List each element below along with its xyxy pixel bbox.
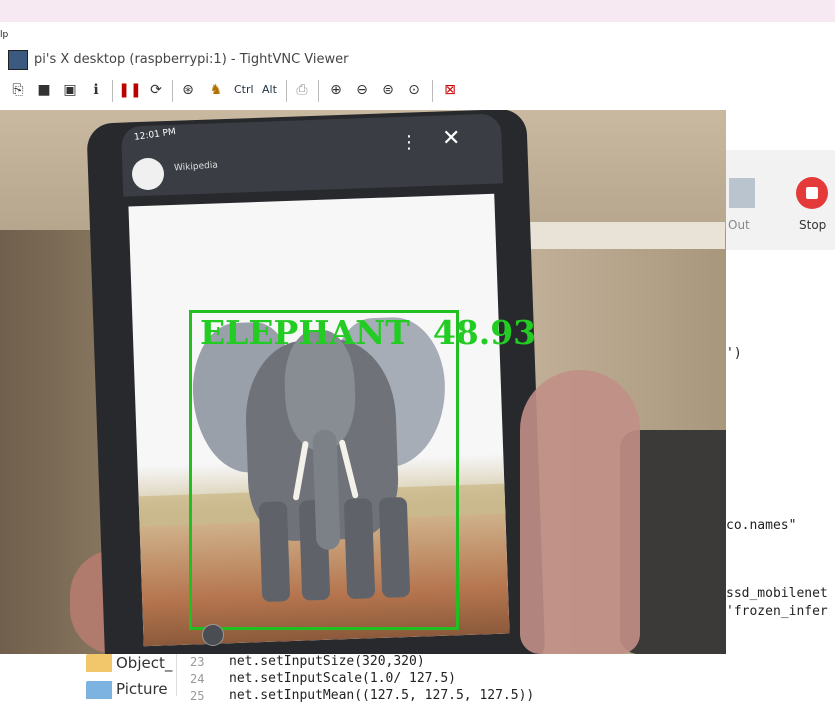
- host-menu-fragment[interactable]: lp: [0, 30, 8, 40]
- info-icon[interactable]: ℹ: [86, 80, 106, 100]
- code-fragment: co.names": [726, 518, 797, 533]
- zoom-out-icon[interactable]: [729, 178, 755, 208]
- folder-icon: [86, 681, 112, 699]
- zoom-100-icon[interactable]: ⊜: [378, 80, 398, 100]
- toolbar-separator: [172, 80, 173, 102]
- vnc-app-icon: [8, 50, 28, 70]
- pause-icon[interactable]: ❚❚: [118, 80, 141, 100]
- ctrl-button[interactable]: Ctrl: [234, 83, 254, 96]
- alt-button[interactable]: Alt: [262, 83, 277, 96]
- save-icon[interactable]: ■: [34, 80, 54, 100]
- clipboard-icon[interactable]: ⎙: [292, 80, 312, 100]
- code-fragment: 'frozen_infer: [726, 604, 828, 619]
- stop-icon[interactable]: [796, 177, 828, 209]
- toolbar-separator: [112, 80, 113, 102]
- avatar: [132, 158, 164, 190]
- close-icon: ✕: [442, 126, 461, 151]
- code-line[interactable]: net.setInputScale(1.0/ 127.5): [229, 671, 456, 686]
- file-item-label[interactable]: Object_: [116, 654, 172, 672]
- toolbar-separator: [318, 80, 319, 102]
- options-icon[interactable]: ▣: [60, 80, 80, 100]
- line-number: 23: [190, 655, 205, 669]
- phone-nav-icon: [202, 624, 224, 646]
- zoom-out-icon[interactable]: ⊖: [352, 80, 372, 100]
- new-connection-icon[interactable]: ⎘: [8, 80, 28, 100]
- more-vert-icon: ⋮: [400, 132, 418, 153]
- zoom-out-label: Out: [728, 218, 750, 232]
- fullscreen-icon[interactable]: ⊠: [440, 80, 460, 100]
- detection-bounding-box: [189, 310, 459, 630]
- detection-label: ELEPHANT 48.93: [200, 313, 536, 352]
- zoom-fit-icon[interactable]: ⊙: [404, 80, 424, 100]
- shelf: [525, 235, 725, 249]
- shelf: [525, 222, 725, 236]
- detection-class: ELEPHANT: [200, 313, 410, 352]
- code-fragment: '): [726, 346, 742, 361]
- line-number: 25: [190, 689, 205, 703]
- line-number: 24: [190, 672, 205, 686]
- window-title: pi's X desktop (raspberrypi:1) - TightVN…: [34, 52, 349, 67]
- refresh-icon[interactable]: ⟳: [146, 80, 166, 100]
- code-fragment: ssd_mobilenet: [726, 586, 828, 601]
- send-key-icon[interactable]: ♞: [206, 80, 226, 100]
- ctrl-alt-del-icon[interactable]: ⊛: [178, 80, 198, 100]
- code-line[interactable]: net.setInputSize(320,320): [229, 654, 425, 669]
- host-top-bar: [0, 0, 835, 22]
- stop-button-label[interactable]: Stop: [799, 218, 826, 232]
- zoom-in-icon[interactable]: ⊕: [326, 80, 346, 100]
- folder-icon: [86, 654, 112, 672]
- detection-score: 48.93: [432, 313, 537, 352]
- file-item-label[interactable]: Picture: [116, 680, 168, 698]
- toolbar-separator: [432, 80, 433, 102]
- toolbar-separator: [286, 80, 287, 102]
- hand-right: [520, 370, 640, 654]
